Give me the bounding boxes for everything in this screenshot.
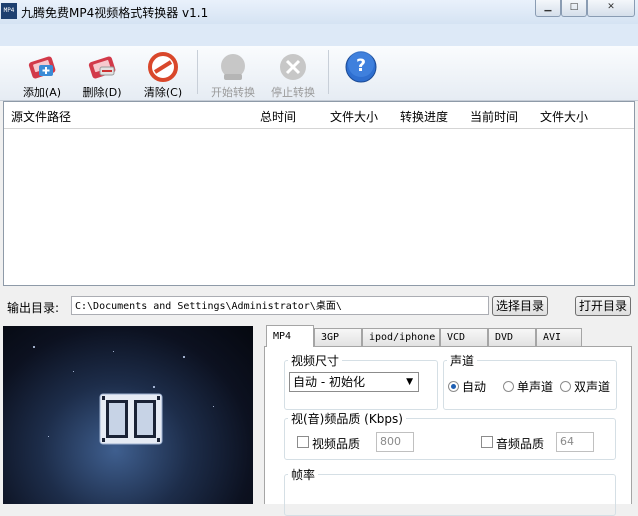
audio-quality-checkbox[interactable]: [481, 436, 493, 448]
video-quality-input[interactable]: 800: [376, 432, 414, 452]
tab-avi[interactable]: AVI: [536, 328, 582, 346]
tab-mp4[interactable]: MP4: [266, 325, 314, 347]
stop-convert-label: 停止转换: [271, 86, 315, 99]
help-button[interactable]: ?: [344, 50, 378, 84]
column-header-current-time[interactable]: 当前时间: [470, 108, 518, 125]
framerate-group: [284, 474, 616, 516]
clear-icon: [146, 52, 180, 82]
star: [213, 406, 214, 407]
star: [48, 436, 49, 437]
select-dir-button[interactable]: 选择目录: [492, 296, 548, 316]
audio-quality-label: 音频品质: [496, 437, 545, 451]
menu-strip: [0, 24, 638, 46]
toolbar-separator: [197, 50, 198, 94]
toolbar-separator: [328, 50, 329, 94]
channel-title: 声道: [447, 352, 478, 369]
column-header-source-path[interactable]: 源文件路径: [11, 108, 71, 125]
column-header-progress[interactable]: 转换进度: [400, 108, 448, 125]
framerate-title: 帧率: [288, 466, 319, 483]
video-size-select[interactable]: 自动 - 初始化 ▼: [289, 372, 419, 392]
start-convert-icon: [216, 52, 250, 82]
star: [73, 371, 74, 372]
radio-channel-auto[interactable]: [448, 381, 459, 392]
delete-file-icon: [85, 52, 119, 82]
video-preview: [3, 326, 253, 504]
file-list[interactable]: 源文件路径 总时间 文件大小 转换进度 当前时间 文件大小: [3, 101, 635, 286]
delete-button[interactable]: 删除(D): [74, 50, 130, 99]
column-header-output-size[interactable]: 文件大小: [540, 108, 588, 125]
output-dir-input[interactable]: C:\Documents and Settings\Administrator\…: [71, 296, 489, 315]
stop-convert-icon: [276, 52, 310, 82]
video-size-value: 自动 - 初始化: [293, 375, 365, 389]
video-quality-label: 视频品质: [312, 437, 361, 451]
video-quality-checkbox[interactable]: [297, 436, 309, 448]
output-dir-label: 输出目录:: [7, 301, 60, 315]
clear-button[interactable]: 清除(C): [135, 50, 191, 99]
stop-convert-button[interactable]: 停止转换: [265, 50, 321, 99]
tab-ipod-iphone[interactable]: ipod/iphone: [362, 328, 440, 346]
radio-channel-mono-label: 单声道: [517, 380, 554, 394]
tab-3gp[interactable]: 3GP: [314, 328, 362, 346]
start-convert-button[interactable]: 开始转换: [205, 50, 261, 99]
app-icon: MP4: [1, 3, 17, 19]
add-button[interactable]: 添加(A): [14, 50, 70, 99]
star: [183, 356, 185, 358]
radio-channel-stereo-label: 双声道: [574, 380, 611, 394]
audio-quality-input[interactable]: 64: [556, 432, 594, 452]
radio-channel-mono[interactable]: [503, 381, 514, 392]
window-title: 九腾免费MP4视频格式转换器 v1.1: [21, 6, 209, 20]
quality-title: 视(音)频品质 (Kbps): [288, 410, 406, 427]
clear-button-label: 清除(C): [143, 86, 183, 99]
radio-channel-stereo[interactable]: [560, 381, 571, 392]
tab-dvd[interactable]: DVD: [488, 328, 536, 346]
column-header-file-size[interactable]: 文件大小: [330, 108, 378, 125]
open-dir-button[interactable]: 打开目录: [575, 296, 631, 316]
start-convert-label: 开始转换: [211, 86, 255, 99]
maximize-button[interactable]: □: [561, 0, 587, 17]
add-button-label: 添加(A): [22, 86, 62, 99]
minimize-button[interactable]: ▁: [535, 0, 561, 17]
star: [33, 346, 35, 348]
tab-vcd[interactable]: VCD: [440, 328, 488, 346]
close-button[interactable]: ✕: [587, 0, 635, 17]
chevron-down-icon: ▼: [406, 377, 413, 387]
radio-channel-auto-label: 自动: [462, 380, 487, 394]
film-reel-icon: [99, 393, 163, 445]
delete-button-label: 删除(D): [82, 86, 122, 99]
add-file-icon: [25, 52, 59, 82]
star: [113, 351, 114, 352]
column-header-total-time[interactable]: 总时间: [260, 108, 296, 125]
video-size-title: 视频尺寸: [288, 352, 343, 369]
file-list-header: 源文件路径 总时间 文件大小 转换进度 当前时间 文件大小: [4, 102, 634, 129]
help-glyph: ?: [356, 56, 366, 76]
